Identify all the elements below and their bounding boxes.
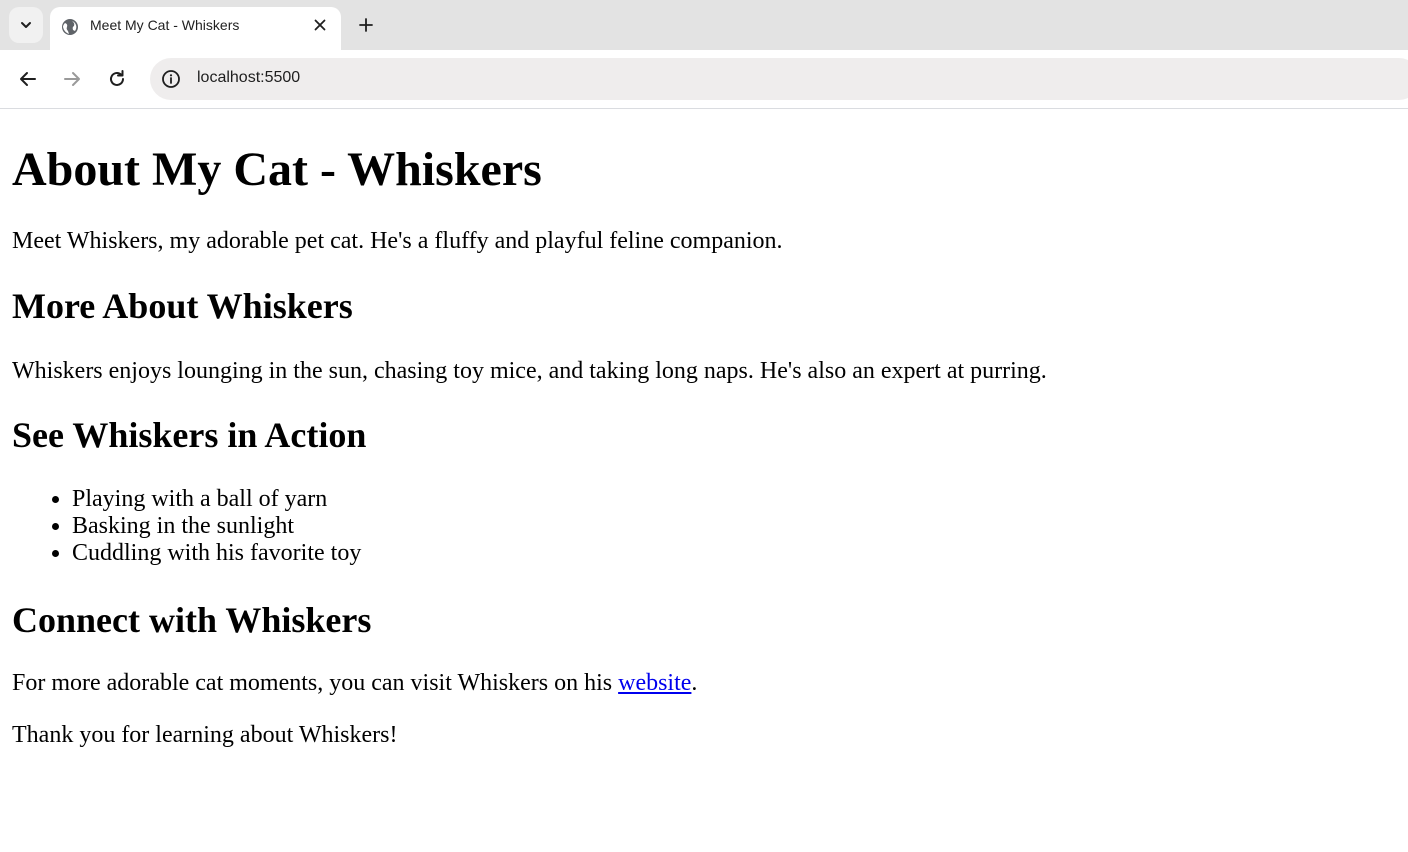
new-tab-button[interactable] xyxy=(352,11,380,39)
list-item: Basking in the sunlight xyxy=(72,513,361,540)
more-about-paragraph: Whiskers enjoys lounging in the sun, cha… xyxy=(12,358,1047,384)
address-bar[interactable]: localhost:5500 xyxy=(150,58,1408,100)
page-viewport: About My Cat - Whiskers Meet Whiskers, m… xyxy=(0,109,1408,852)
arrow-right-icon xyxy=(63,70,81,88)
more-about-heading: More About Whiskers xyxy=(12,286,353,326)
connect-text-end: . xyxy=(691,670,698,696)
list-item: Cuddling with his favorite toy xyxy=(72,540,361,567)
browser-tab-bar: Meet My Cat - Whiskers xyxy=(0,0,1408,50)
connect-paragraph: For more adorable cat moments, you can v… xyxy=(12,669,697,697)
intro-paragraph: Meet Whiskers, my adorable pet cat. He's… xyxy=(12,228,783,254)
reload-button[interactable] xyxy=(102,64,132,94)
chevron-down-icon xyxy=(19,18,33,32)
reload-icon xyxy=(108,70,126,88)
info-icon[interactable] xyxy=(161,69,181,89)
forward-button[interactable] xyxy=(57,64,87,94)
connect-text: For more adorable cat moments, you can v… xyxy=(12,670,619,696)
globe-icon xyxy=(61,18,79,36)
close-icon[interactable] xyxy=(311,16,329,34)
tab-title: Meet My Cat - Whiskers xyxy=(90,17,240,33)
arrow-left-icon xyxy=(19,70,37,88)
back-button[interactable] xyxy=(13,64,43,94)
url-text[interactable]: localhost:5500 xyxy=(197,69,300,87)
website-link[interactable]: website xyxy=(618,670,691,696)
list-item: Playing with a ball of yarn xyxy=(72,486,361,513)
browser-toolbar: localhost:5500 xyxy=(0,50,1408,109)
tab-list-button[interactable] xyxy=(9,7,43,43)
connect-heading: Connect with Whiskers xyxy=(12,600,372,640)
thanks-paragraph: Thank you for learning about Whiskers! xyxy=(12,722,398,748)
active-tab[interactable]: Meet My Cat - Whiskers xyxy=(50,7,341,50)
page-title: About My Cat - Whiskers xyxy=(12,143,542,196)
plus-icon xyxy=(359,18,373,32)
in-action-heading: See Whiskers in Action xyxy=(12,415,367,455)
in-action-list: Playing with a ball of yarn Basking in t… xyxy=(12,486,361,567)
